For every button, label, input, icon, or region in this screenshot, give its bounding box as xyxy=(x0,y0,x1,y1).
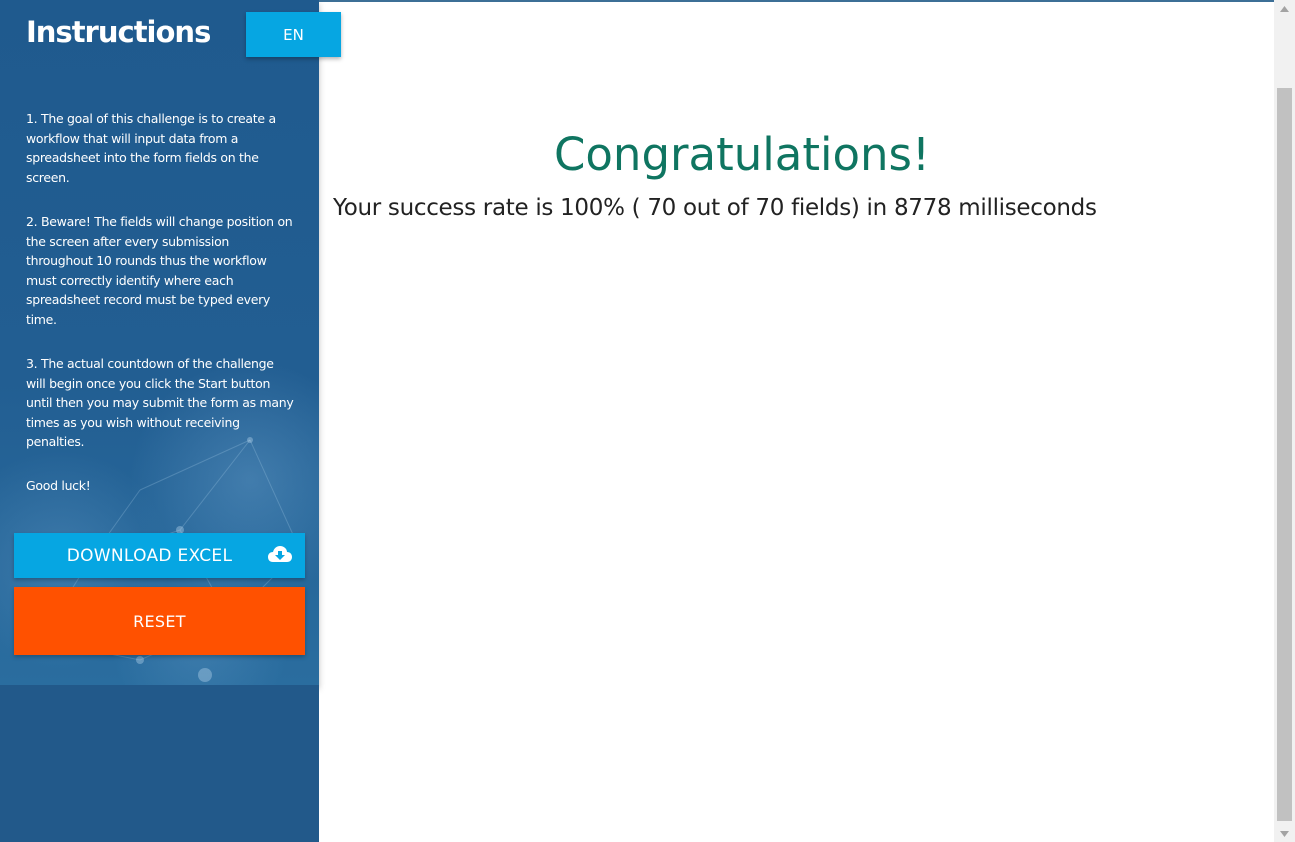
sidebar-lower xyxy=(0,685,319,842)
good-luck-text: Good luck! xyxy=(26,478,91,493)
language-button[interactable]: EN xyxy=(246,12,341,57)
download-excel-label: DOWNLOAD EXCEL xyxy=(66,545,233,566)
instruction-2: 2. Beware! The fields will change positi… xyxy=(26,214,293,327)
vertical-scrollbar[interactable] xyxy=(1274,0,1295,842)
scroll-up-arrow-icon[interactable] xyxy=(1274,0,1295,17)
scroll-down-arrow-icon[interactable] xyxy=(1274,825,1295,842)
cloud-download-icon xyxy=(268,546,292,562)
congratulations-heading: Congratulations! xyxy=(553,128,931,181)
sidebar: Instructions EN 1. The goal of this chal… xyxy=(0,0,341,842)
reset-button[interactable]: RESET xyxy=(14,587,305,655)
top-border xyxy=(319,0,1274,2)
download-excel-button[interactable]: DOWNLOAD EXCEL xyxy=(14,533,305,578)
scrollbar-thumb[interactable] xyxy=(1277,88,1292,821)
sidebar-title: Instructions xyxy=(26,15,211,49)
success-rate-text: Your success rate is 100% ( 70 out of 70… xyxy=(333,195,1097,221)
instruction-1: 1. The goal of this challenge is to crea… xyxy=(26,111,276,185)
sidebar-panel xyxy=(0,0,319,685)
instruction-3: 3. The actual countdown of the challenge… xyxy=(26,356,294,449)
